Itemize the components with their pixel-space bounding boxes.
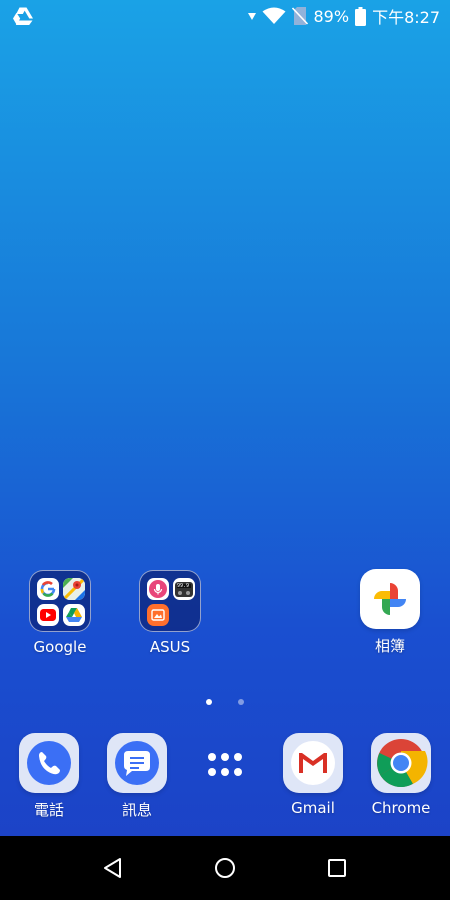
battery-icon bbox=[355, 6, 367, 26]
youtube-icon bbox=[37, 604, 59, 626]
app-photos[interactable]: 相簿 bbox=[345, 569, 435, 656]
no-sim-icon bbox=[291, 6, 308, 26]
dock-gmail[interactable]: Gmail bbox=[268, 733, 358, 817]
back-icon[interactable] bbox=[101, 856, 125, 880]
maps-icon bbox=[63, 578, 85, 600]
page-indicator-dot-1 bbox=[206, 699, 212, 705]
folder-asus[interactable]: 99.9 ASUS bbox=[125, 570, 215, 656]
gallery-icon bbox=[147, 604, 169, 626]
wifi-icon bbox=[262, 7, 286, 25]
radio-icon: 99.9 bbox=[173, 578, 195, 600]
signal-arrow-icon bbox=[247, 11, 256, 21]
folder-asus-preview: 99.9 bbox=[139, 570, 201, 632]
folder-google-preview bbox=[29, 570, 91, 632]
chrome-icon bbox=[371, 733, 431, 793]
dock-gmail-label: Gmail bbox=[291, 799, 335, 817]
voice-icon bbox=[147, 578, 169, 600]
folder-asus-label: ASUS bbox=[149, 638, 191, 656]
gmail-icon bbox=[283, 733, 343, 793]
navigation-bar bbox=[0, 836, 450, 900]
folder-google[interactable]: Google bbox=[15, 570, 105, 656]
recents-icon[interactable] bbox=[325, 856, 349, 880]
dock-chrome[interactable]: Chrome bbox=[356, 733, 446, 817]
messages-icon bbox=[107, 733, 167, 793]
google-icon bbox=[37, 578, 59, 600]
dock-chrome-label: Chrome bbox=[371, 799, 431, 817]
dock-phone-label: 電話 bbox=[33, 801, 64, 819]
page-indicator-dot-2 bbox=[238, 699, 244, 705]
drive-icon bbox=[63, 604, 85, 626]
dock-messages-label: 訊息 bbox=[121, 801, 152, 819]
home-screen: 89% 下午8:27 Google 99.9 ASUS 相簿 電話 訊息 Gma… bbox=[0, 0, 450, 900]
phone-icon bbox=[19, 733, 79, 793]
dock-app-drawer[interactable] bbox=[180, 733, 270, 793]
app-photos-label: 相簿 bbox=[374, 637, 405, 655]
clock: 下午8:27 bbox=[372, 8, 440, 27]
battery-percent: 89% bbox=[313, 6, 350, 26]
photos-icon bbox=[360, 569, 420, 629]
app-drawer-icon bbox=[195, 733, 255, 793]
folder-google-label: Google bbox=[33, 638, 87, 656]
drive-icon bbox=[12, 6, 34, 26]
home-icon[interactable] bbox=[213, 856, 237, 880]
status-bar: 89% 下午8:27 bbox=[0, 0, 450, 32]
dock-phone[interactable]: 電話 bbox=[4, 733, 94, 820]
radio-frequency: 99.9 bbox=[177, 583, 190, 589]
dock-messages[interactable]: 訊息 bbox=[92, 733, 182, 820]
